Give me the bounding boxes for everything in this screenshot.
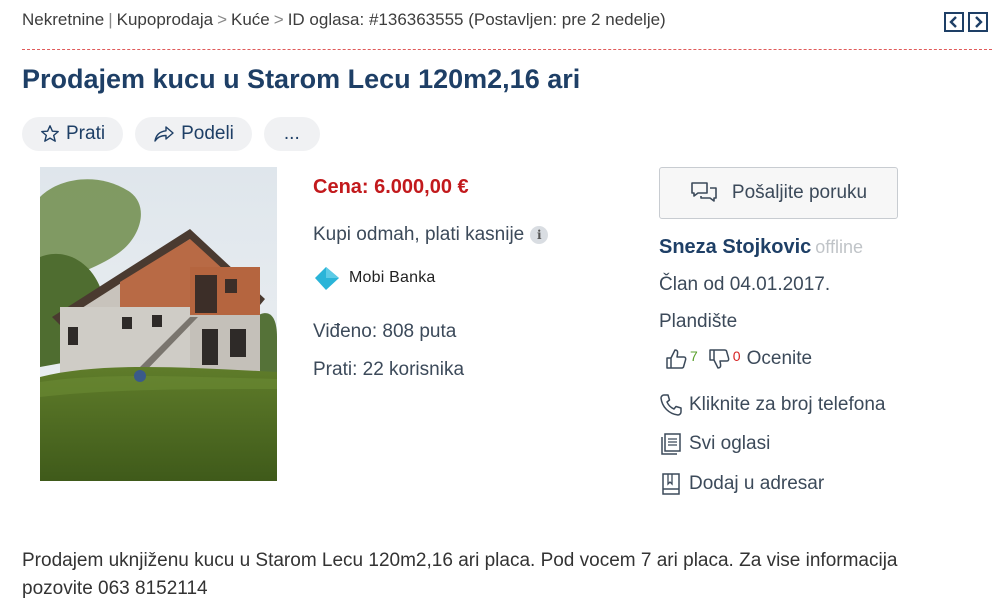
chevron-left-icon [949, 16, 957, 28]
house-photo [40, 167, 277, 481]
send-message-button[interactable]: Pošaljite poruku [659, 167, 898, 219]
all-ads-label: Svi oglasi [689, 433, 771, 454]
share-icon [154, 126, 174, 142]
breadcrumb-kupoprodaja[interactable]: Kupoprodaja [117, 10, 213, 29]
breadcrumb-separator: | [108, 10, 113, 29]
ad-navigation [944, 12, 988, 32]
seller-status: offline [815, 237, 863, 257]
next-ad-button[interactable] [968, 12, 988, 32]
address-book-label: Dodaj u adresar [689, 473, 825, 494]
more-button[interactable]: ... [263, 117, 320, 151]
breadcrumb-nekretnine[interactable]: Nekretnine [22, 10, 104, 29]
more-label: ... [283, 123, 300, 144]
negative-rating-count: 0 [732, 348, 741, 364]
buy-now-label: Kupi odmah, plati kasnije [313, 224, 525, 245]
listing-description: Prodajem uknjiženu kucu u Starom Lecu 12… [22, 550, 898, 599]
followers-count: Prati: 22 korisnika [313, 359, 465, 380]
seller-name[interactable]: Sneza Stojkovic [659, 236, 811, 258]
phone-icon [660, 394, 682, 416]
buy-now-pay-later: Kupi odmah, plati kasnije i [313, 224, 549, 246]
listing-info: Cena: 6.000,00 € Kupi odmah, plati kasni… [313, 176, 549, 380]
breadcrumb-kuce[interactable]: Kuće [231, 10, 270, 29]
thumbs-up-icon[interactable] [665, 348, 687, 370]
thumbs-down-icon[interactable] [708, 348, 730, 370]
info-icon[interactable]: i [530, 226, 549, 244]
price: Cena: 6.000,00 € [313, 176, 469, 198]
rate-seller-link[interactable]: Ocenite [747, 348, 812, 370]
header-divider [22, 49, 992, 50]
member-since: Član od 04.01.2017. [659, 274, 831, 295]
positive-rating-count: 7 [690, 348, 698, 364]
documents-icon [661, 433, 681, 455]
phone-link-label: Kliknite za broj telefona [689, 394, 886, 415]
seller-info: Sneza Stojkovic offline [659, 236, 863, 259]
share-label: Podeli [181, 123, 234, 144]
ad-id-text: ID oglasa: #136363555 (Postavljen: pre 2… [287, 10, 666, 29]
phone-link[interactable]: Kliknite za broj telefona [659, 393, 885, 417]
mobi-banka-icon [315, 267, 339, 290]
ad-actions: Prati Podeli ... [22, 117, 320, 151]
breadcrumb: Nekretnine | Kupoprodaja > Kuće > ID oglasa: #… [22, 10, 666, 30]
chat-icon [691, 182, 717, 202]
send-message-label: Pošaljite poruku [731, 182, 868, 203]
seller-panel: Pošaljite poruku Sneza Stojkovic offline … [659, 167, 898, 495]
follow-label: Prati [66, 123, 106, 144]
breadcrumb-separator: > [273, 10, 284, 29]
follow-button[interactable]: Prati [22, 117, 124, 151]
listing-photo[interactable] [40, 167, 277, 481]
mobi-banka-logo[interactable]: Mobi Banka [313, 264, 436, 292]
breadcrumb-separator: > [217, 10, 227, 29]
address-book-link[interactable]: Dodaj u adresar [659, 472, 824, 496]
share-button[interactable]: Podeli [135, 117, 252, 151]
previous-ad-button[interactable] [944, 12, 964, 32]
seller-rating: 7 0 Ocenite [665, 348, 812, 370]
all-ads-link[interactable]: Svi oglasi [659, 432, 770, 456]
chevron-right-icon [975, 16, 983, 28]
mobi-banka-label: Mobi Banka [349, 269, 436, 286]
views-count: Viđeno: 808 puta [313, 321, 457, 342]
star-icon [41, 125, 59, 142]
address-book-icon [662, 473, 680, 495]
page-title: Prodajem kucu u Starom Lecu 120m2,16 ari [22, 64, 581, 94]
seller-location: Plandište [659, 311, 738, 332]
